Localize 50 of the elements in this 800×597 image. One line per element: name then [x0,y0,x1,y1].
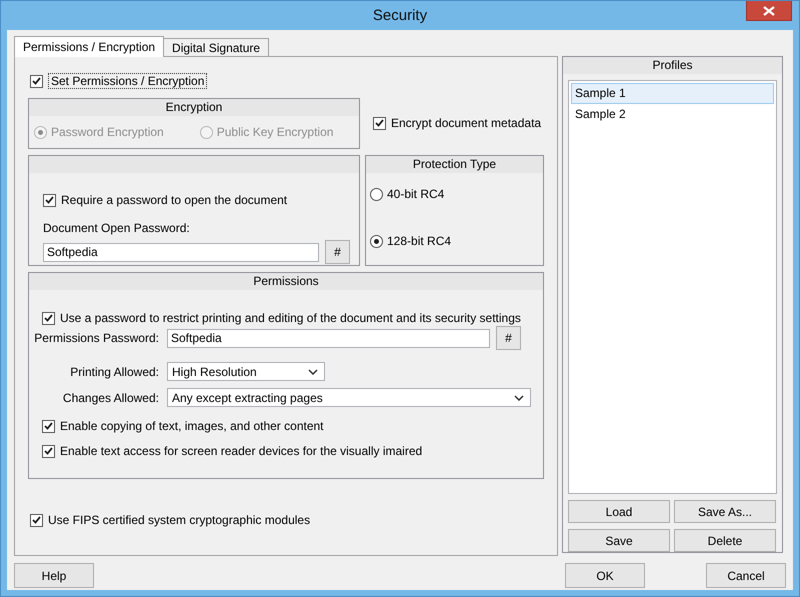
checkbox-label: Use a password to restrict printing and editing of the document and its security settings [60,311,521,325]
changes-dropdown[interactable]: Any except extracting pages [167,388,531,407]
radio-label: 128-bit RC4 [387,234,452,248]
printing-dropdown[interactable]: High Resolution [167,362,325,381]
checkbox[interactable] [42,444,55,458]
checkbox[interactable] [373,116,386,130]
profile-button[interactable]: Save [568,529,670,552]
profile-button[interactable]: Load [568,500,670,523]
radio-label: Public Key Encryption [216,125,334,139]
checkbox[interactable] [42,420,55,432]
group-title: Encryption [29,99,359,116]
group-title: Profiles [563,57,782,74]
checkbox-label: Enable copying of text, images, and other content [60,419,324,433]
chevron-down-icon [514,394,524,400]
radio-label: 40-bit RC4 [387,187,444,201]
radio-label: Password Encryption [51,125,164,139]
tab[interactable]: Permissions / Encryption [14,36,164,57]
field-label: Permissions Password: [33,331,159,345]
checkbox[interactable] [42,312,55,324]
group-title: Permissions [29,273,543,290]
password-field[interactable]: Softpedia [167,328,490,348]
help-button[interactable]: Help [14,563,94,588]
radio-button[interactable] [370,188,383,200]
list-item[interactable]: Sample 1 [571,82,774,104]
list-item[interactable]: Sample 2 [571,104,774,125]
checkbox[interactable] [30,74,43,88]
close-button[interactable] [746,1,792,21]
chevron-down-icon [308,368,318,374]
checkbox-label: Encrypt document metadata [391,116,542,130]
generate-button[interactable]: # [325,240,350,264]
checkbox-label: Use FIPS certified system cryptographic modules [48,513,310,527]
checkbox[interactable] [43,194,56,206]
checkbox-label: Set Permissions / Encryption [48,73,208,89]
close-icon [763,6,775,16]
group-title: Protection Type [366,156,543,173]
field-label: Changes Allowed: [62,390,159,404]
password-field[interactable]: Softpedia [43,242,319,262]
profile-button[interactable]: Save As... [674,500,776,523]
tab[interactable]: Digital Signature [163,38,270,56]
generate-button[interactable]: # [496,326,521,350]
ok-button[interactable]: OK [565,563,645,588]
profile-button[interactable]: Delete [674,529,776,552]
checkbox[interactable] [30,514,43,526]
field-label: Document Open Password: [43,221,191,235]
field-label: Printing Allowed: [69,364,159,378]
window-title: Security [372,7,428,24]
radio-button[interactable] [370,234,383,248]
cancel-button[interactable]: Cancel [706,563,786,588]
checkbox-label: Enable text access for screen reader devices for the visually imaired [60,444,422,458]
checkbox-label: Require a password to open the document [61,193,288,207]
